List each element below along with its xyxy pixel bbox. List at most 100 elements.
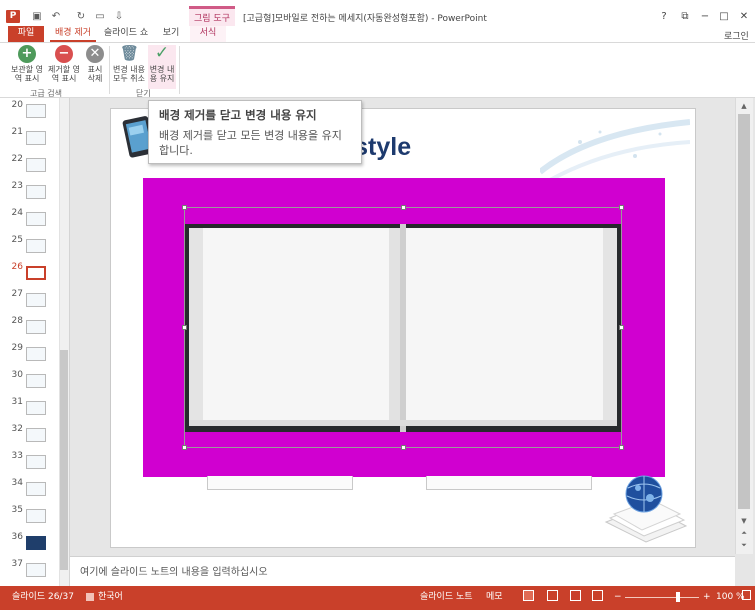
- slide-thumbnail[interactable]: [26, 374, 46, 388]
- slide-sorter-view-icon[interactable]: [547, 590, 558, 601]
- resize-handle[interactable]: [182, 325, 187, 330]
- slide-thumbnail[interactable]: [26, 482, 46, 496]
- comments-toggle-button[interactable]: 메모: [486, 591, 503, 603]
- slide-thumbnail[interactable]: [26, 347, 46, 361]
- undo-icon[interactable]: ↶: [49, 10, 63, 23]
- slide-thumbnail[interactable]: [26, 536, 46, 550]
- slide-thumbnail[interactable]: [26, 131, 46, 145]
- zoom-slider-track[interactable]: [625, 597, 699, 598]
- mark-areas-to-keep-button[interactable]: + 보관할 영역 표시: [10, 45, 44, 83]
- resize-handle[interactable]: [401, 445, 406, 450]
- fit-slide-icon[interactable]: [742, 590, 751, 600]
- zoom-in-button[interactable]: +: [703, 591, 711, 603]
- slide-number-indicator[interactable]: 슬라이드 26/37: [12, 591, 74, 603]
- plus-circle-icon: +: [18, 45, 36, 63]
- reading-view-icon[interactable]: [570, 590, 581, 601]
- thumbnail-number: 26: [11, 262, 23, 272]
- slide-thumbnail[interactable]: [26, 563, 46, 577]
- resize-handle[interactable]: [619, 445, 624, 450]
- slide-scrollbar-thumb[interactable]: [738, 114, 750, 509]
- scroll-up-arrow-icon[interactable]: ▲: [738, 101, 750, 111]
- slide-thumbnail[interactable]: [26, 239, 46, 253]
- slideshow-view-icon[interactable]: [592, 590, 603, 601]
- delete-mark-label: 표시 삭제: [87, 65, 103, 83]
- book-reflection-right: [426, 476, 592, 490]
- minus-circle-icon: −: [55, 45, 73, 63]
- resize-handle[interactable]: [619, 325, 624, 330]
- thumbnail-number: 24: [11, 208, 23, 218]
- slide-thumbnail[interactable]: [26, 509, 46, 523]
- thumbnail-number: 27: [11, 289, 23, 299]
- ribbon-display-options-button[interactable]: ⧉: [677, 10, 693, 23]
- thumbnail-number: 36: [11, 532, 23, 542]
- thumbnail-number: 37: [11, 559, 23, 569]
- thumbnail-number: 22: [11, 154, 23, 164]
- resize-handle[interactable]: [182, 205, 187, 210]
- picture-tools-context-label: 그림 도구: [189, 6, 235, 26]
- slide-thumbnail[interactable]: [26, 320, 46, 334]
- trash-icon: 🗑: [120, 44, 140, 62]
- discard-changes-label: 변경 내용 모두 취소: [113, 65, 145, 83]
- spellcheck-icon[interactable]: [86, 593, 94, 601]
- resize-handle[interactable]: [619, 205, 624, 210]
- notes-toggle-button[interactable]: 슬라이드 노트: [420, 591, 473, 603]
- thumbnail-number: 34: [11, 478, 23, 488]
- normal-view-icon[interactable]: [523, 590, 534, 601]
- zoom-out-button[interactable]: −: [614, 591, 622, 603]
- globe-envelopes-image: [604, 475, 688, 543]
- help-button[interactable]: ?: [656, 10, 672, 23]
- slide-thumbnail[interactable]: [26, 455, 46, 469]
- slide-thumbnail[interactable]: [26, 212, 46, 226]
- tab-background-removal[interactable]: 배경 제거: [50, 26, 96, 42]
- resize-handle[interactable]: [401, 205, 406, 210]
- maximize-button[interactable]: □: [716, 10, 732, 23]
- slide-thumbnail[interactable]: [26, 158, 46, 172]
- slide-thumbnail[interactable]: [26, 185, 46, 199]
- tooltip-description: 배경 제거를 닫고 모든 변경 내용을 유지합니다.: [159, 129, 342, 157]
- keep-changes-button[interactable]: ✓ 변경 내용 유지: [148, 45, 176, 89]
- minimize-button[interactable]: −: [697, 10, 713, 23]
- language-indicator[interactable]: 한국어: [98, 591, 123, 603]
- resize-handle[interactable]: [182, 445, 187, 450]
- scroll-down-arrow-icon[interactable]: ▼: [738, 516, 750, 526]
- keep-changes-tooltip: 배경 제거를 닫고 변경 내용 유지 배경 제거를 닫고 모든 변경 내용을 유…: [148, 100, 362, 164]
- delete-mark-button[interactable]: ✕ 표시 삭제: [84, 45, 106, 83]
- tab-format[interactable]: 서식: [190, 26, 226, 42]
- mark-areas-to-remove-button[interactable]: − 제거할 영역 표시: [46, 45, 82, 83]
- slide-thumbnail[interactable]: [26, 401, 46, 415]
- tab-slideshow[interactable]: 슬라이드 쇼: [101, 26, 151, 42]
- thumbnail-number: 33: [11, 451, 23, 461]
- checkmark-icon: ✓: [154, 43, 170, 63]
- slide-thumbnail[interactable]: [26, 293, 46, 307]
- redo-icon[interactable]: ↻: [74, 10, 88, 23]
- discard-all-changes-button[interactable]: 🗑 변경 내용 모두 취소: [112, 44, 146, 84]
- close-button[interactable]: ✕: [736, 10, 752, 23]
- slide-thumbnail[interactable]: [26, 104, 46, 118]
- mark-keep-label: 보관할 영역 표시: [11, 65, 43, 83]
- thumbnail-number: 32: [11, 424, 23, 434]
- powerpoint-logo-icon: P: [6, 10, 20, 23]
- notes-placeholder[interactable]: 여기에 슬라이드 노트의 내용을 입력하십시오: [80, 563, 268, 578]
- tab-file[interactable]: 파일: [8, 26, 44, 42]
- decorative-swirl-background: [540, 119, 690, 182]
- customize-quick-access-icon[interactable]: ⇩: [112, 10, 126, 23]
- start-slideshow-icon[interactable]: ▭: [93, 10, 107, 23]
- thumbnail-scrollbar-thumb[interactable]: [60, 350, 68, 570]
- tab-view[interactable]: 보기: [158, 26, 184, 42]
- slide-thumbnail[interactable]: [26, 428, 46, 442]
- thumbnail-number: 29: [11, 343, 23, 353]
- keep-changes-label: 변경 내용 유지: [149, 65, 175, 83]
- slide-thumbnail[interactable]: [26, 266, 46, 280]
- zoom-slider-knob[interactable]: [676, 592, 680, 602]
- mark-remove-label: 제거할 영역 표시: [48, 65, 80, 83]
- next-slide-icon[interactable]: ⏷: [738, 540, 750, 550]
- window-title: [고급형]모바일로 전하는 메세지(자동완성형포함) - PowerPoint: [243, 14, 487, 24]
- delete-mark-icon: ✕: [86, 45, 104, 63]
- save-icon[interactable]: ▣: [30, 10, 44, 23]
- sign-in-link[interactable]: 로그인: [724, 29, 749, 42]
- thumbnail-number: 28: [11, 316, 23, 326]
- thumbnail-number: 21: [11, 127, 23, 137]
- image-selection-frame: [184, 207, 622, 448]
- zoom-level[interactable]: 100 %: [716, 591, 745, 603]
- previous-slide-icon[interactable]: ⏶: [738, 528, 750, 538]
